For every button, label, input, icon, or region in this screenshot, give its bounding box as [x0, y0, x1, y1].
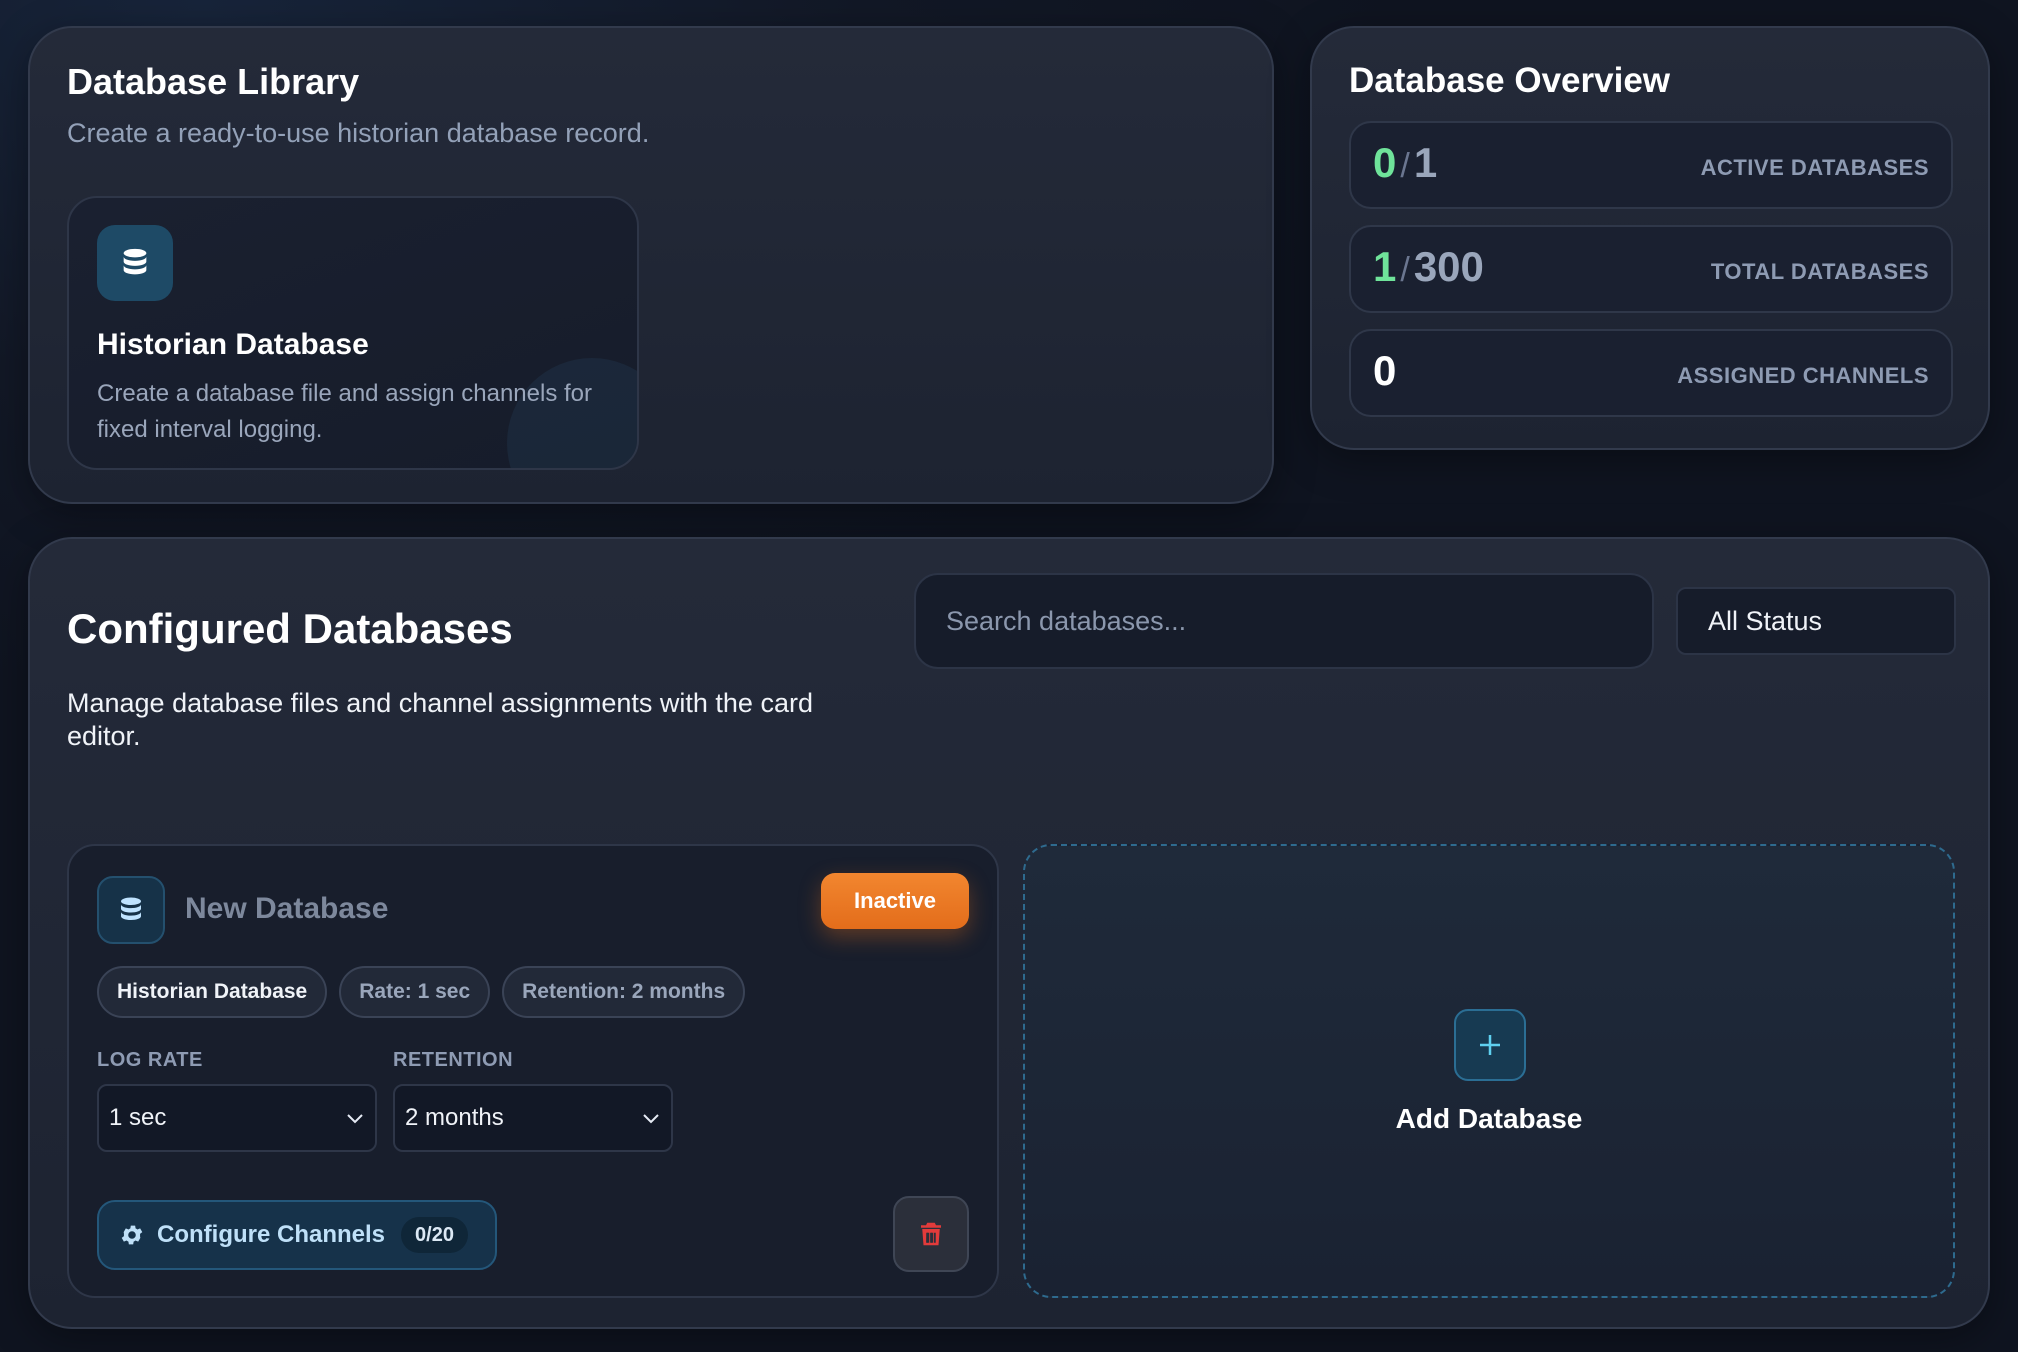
template-description: Create a database file and assign channe…: [97, 380, 592, 443]
search-input[interactable]: [914, 573, 1654, 669]
configure-channels-button[interactable]: Configure Channels 0/20: [97, 1200, 497, 1270]
database-chips: Historian Database Rate: 1 sec Retention…: [97, 966, 746, 1018]
stat-label: ACTIVE DATABASES: [1700, 155, 1929, 180]
channel-count-badge: 0/20: [401, 1217, 468, 1253]
status-filter-select[interactable]: All Status: [1676, 587, 1956, 655]
chevron-down-icon: [347, 1114, 363, 1124]
database-overview-panel: Database Overview 0/1 ACTIVE DATABASES 1…: [1310, 26, 1990, 450]
database-card: New Database Inactive Historian Database…: [67, 844, 999, 1298]
library-subtitle: Create a ready-to-use historian database…: [67, 118, 650, 148]
retention-select[interactable]: 2 months: [393, 1084, 673, 1152]
stat-value-current: 1: [1373, 243, 1397, 290]
delete-button[interactable]: [893, 1196, 969, 1272]
add-database-card[interactable]: Add Database: [1023, 844, 1955, 1298]
log-rate-label: LOG RATE: [97, 1049, 203, 1071]
chip-rate: Rate: 1 sec: [339, 966, 491, 1018]
template-title: Historian Database: [97, 328, 369, 361]
chevron-down-icon: [643, 1114, 659, 1124]
chip-retention: Retention: 2 months: [502, 966, 746, 1018]
add-database-label: Add Database: [1395, 1103, 1583, 1134]
stat-label: TOTAL DATABASES: [1710, 259, 1929, 284]
stat-value: 0/1: [1373, 139, 1438, 186]
historian-database-template-card[interactable]: Historian Database Create a database fil…: [67, 196, 639, 470]
stat-total-databases: 1/300 TOTAL DATABASES: [1349, 225, 1953, 313]
retention-label: RETENTION: [393, 1049, 514, 1071]
stat-value: 0: [1373, 347, 1397, 394]
configured-databases-panel: Configured Databases Manage database fil…: [28, 537, 1990, 1329]
stat-label: ASSIGNED CHANNELS: [1677, 363, 1929, 388]
database-library-panel: Database Library Create a ready-to-use h…: [28, 26, 1274, 504]
library-title: Database Library: [67, 61, 360, 102]
stat-active-databases: 0/1 ACTIVE DATABASES: [1349, 121, 1953, 209]
retention-value: 2 months: [405, 1104, 504, 1131]
plus-icon: [1454, 1009, 1526, 1081]
gear-icon: [121, 1225, 143, 1245]
log-rate-select[interactable]: 1 sec: [97, 1084, 377, 1152]
configure-channels-label: Configure Channels: [157, 1221, 386, 1248]
database-icon: [97, 876, 165, 944]
database-name[interactable]: New Database: [185, 892, 388, 926]
status-badge[interactable]: Inactive: [821, 873, 969, 929]
stat-value-current: 0: [1373, 139, 1397, 186]
configured-title: Configured Databases: [67, 605, 513, 652]
stat-assigned-channels: 0 ASSIGNED CHANNELS: [1349, 329, 1953, 417]
stat-value-total: 300: [1413, 243, 1484, 290]
log-rate-value: 1 sec: [109, 1104, 167, 1131]
configured-subtitle: Manage database files and channel assign…: [67, 688, 813, 751]
stat-value-total: 1: [1413, 139, 1438, 186]
chip-type: Historian Database: [97, 966, 328, 1018]
database-icon: [97, 225, 173, 301]
trash-icon: [921, 1222, 941, 1246]
stat-value: 1/300: [1373, 243, 1484, 290]
overview-title: Database Overview: [1349, 61, 1671, 100]
